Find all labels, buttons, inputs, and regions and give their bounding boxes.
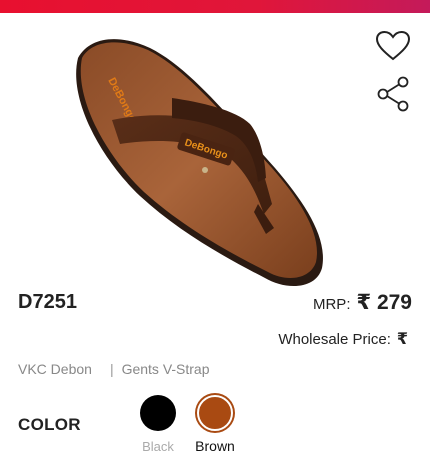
brand-link[interactable]: VKC Debon bbox=[18, 361, 92, 377]
rupee-symbol: ₹ bbox=[356, 291, 372, 314]
product-sku: D7251 bbox=[18, 291, 77, 313]
share-icon bbox=[377, 76, 409, 112]
category-link[interactable]: Gents V-Strap bbox=[122, 361, 210, 377]
heart-outline-icon bbox=[375, 30, 411, 61]
mrp-price: ₹ 279 bbox=[356, 290, 412, 315]
product-image: DeBongo DeBongo bbox=[60, 28, 340, 290]
mrp-block: MRP: ₹ 279 bbox=[313, 290, 412, 315]
color-section-label: COLOR bbox=[18, 415, 81, 434]
breadcrumb-separator: | bbox=[109, 361, 114, 377]
color-swatch-black[interactable]: Black bbox=[136, 395, 180, 454]
swatch-label-black: Black bbox=[142, 439, 174, 454]
wholesale-label: Wholesale Price: bbox=[278, 331, 391, 348]
wishlist-button[interactable] bbox=[374, 28, 412, 64]
mrp-value: 279 bbox=[376, 291, 412, 314]
brown-swatch-circle bbox=[197, 395, 233, 431]
color-swatch-brown[interactable]: Brown bbox=[193, 395, 237, 454]
mrp-label: MRP: bbox=[312, 296, 351, 313]
top-accent-bar bbox=[0, 0, 430, 13]
share-button[interactable] bbox=[374, 75, 412, 113]
black-swatch-circle bbox=[140, 395, 176, 431]
wholesale-price-block: Wholesale Price: ₹ bbox=[278, 329, 408, 349]
swatch-label-brown: Brown bbox=[195, 438, 235, 454]
breadcrumb: VKC Debon | Gents V-Strap bbox=[18, 361, 210, 377]
wholesale-rupee-symbol: ₹ bbox=[396, 331, 408, 348]
